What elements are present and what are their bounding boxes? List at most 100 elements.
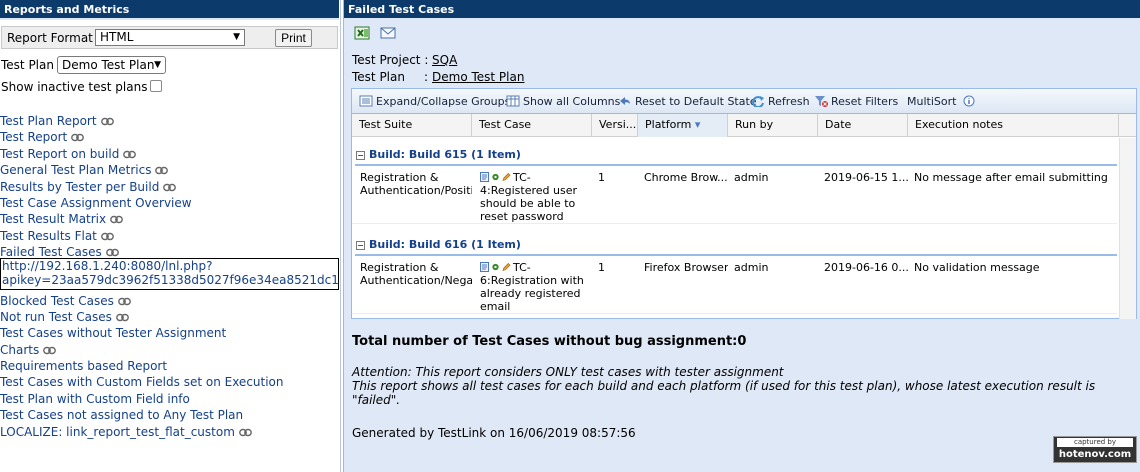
report-link-label[interactable]: Results by Tester per Build xyxy=(0,180,159,194)
report-link-item[interactable]: Test Cases with Custom Fields set on Exe… xyxy=(0,374,341,390)
excel-export-icon[interactable] xyxy=(354,26,370,40)
link-chain-icon[interactable] xyxy=(155,166,169,175)
test-case-id[interactable]: TC- xyxy=(513,261,531,274)
table-row[interactable]: Registration & Authentication/Negative TC… xyxy=(352,256,1117,314)
refresh-icon xyxy=(752,96,764,107)
run-by-cell: admin xyxy=(734,261,769,274)
report-link-label[interactable]: Test Cases with Custom Fields set on Exe… xyxy=(0,375,284,389)
report-link-item[interactable]: Test Results Flat xyxy=(0,228,341,244)
test-project-row: Test Project : SQA xyxy=(352,53,457,67)
pencil-icon[interactable] xyxy=(502,262,511,272)
version-cell: 1 xyxy=(598,171,605,184)
link-chain-icon[interactable] xyxy=(43,346,57,355)
test-case-title[interactable]: 6:Registration with already registered e… xyxy=(480,274,584,313)
link-chain-icon[interactable] xyxy=(239,428,252,437)
link-chain-icon[interactable] xyxy=(105,248,119,257)
test-case-id[interactable]: TC- xyxy=(513,171,531,184)
column-header[interactable]: Run by xyxy=(728,114,818,137)
report-link-label[interactable]: Blocked Test Cases xyxy=(0,294,114,308)
print-button[interactable]: Print xyxy=(275,29,312,47)
refresh-button[interactable]: Refresh xyxy=(751,95,810,108)
test-case-title[interactable]: 4:Registered user should be able to rese… xyxy=(480,184,577,223)
link-chain-icon[interactable] xyxy=(100,117,114,126)
multisort-button[interactable]: MultiSort xyxy=(907,95,979,108)
report-link-label[interactable]: Test Report on build xyxy=(0,147,119,161)
info-icon xyxy=(963,95,975,107)
report-link-item[interactable]: Test Plan Report xyxy=(0,113,341,129)
report-link-item[interactable]: Test Report on build xyxy=(0,146,341,162)
report-link-item[interactable]: Not run Test Cases xyxy=(0,309,341,325)
report-link-label[interactable]: Requirements based Report xyxy=(0,359,167,373)
link-chain-icon[interactable] xyxy=(118,297,131,306)
gear-icon[interactable] xyxy=(491,172,500,182)
column-header[interactable]: Platform ▾ xyxy=(638,114,728,137)
column-header[interactable]: Versi... xyxy=(592,114,638,137)
edit-page-icon[interactable] xyxy=(480,262,489,272)
show-all-columns-button[interactable]: Show all Columns xyxy=(506,95,620,108)
link-chain-icon[interactable] xyxy=(123,150,137,159)
column-header[interactable]: Test Suite xyxy=(352,114,472,137)
report-link-item[interactable]: LOCALIZE: link_report_test_flat_custom xyxy=(0,424,341,440)
test-plan-select[interactable]: Demo Test Plan ▼ xyxy=(57,56,166,74)
report-link-item[interactable]: Blocked Test Cases xyxy=(0,293,341,309)
test-project-value[interactable]: SQA xyxy=(432,53,457,67)
pencil-icon[interactable] xyxy=(502,172,511,182)
report-link-item[interactable]: Test Case Assignment Overview xyxy=(0,195,341,211)
report-link-item[interactable]: Charts xyxy=(0,342,341,358)
reset-filters-button[interactable]: Reset Filters xyxy=(814,95,898,108)
test-suite-cell: Registration & Authentication/Negative xyxy=(360,261,472,287)
report-link-item[interactable]: General Test Plan Metrics xyxy=(0,162,341,178)
build-group-header[interactable]: − Build: Build 615 (1 Item) xyxy=(355,146,1117,166)
link-chain-icon[interactable] xyxy=(115,313,129,322)
gear-icon[interactable] xyxy=(491,262,500,272)
grid-vertical-scrollbar[interactable] xyxy=(1119,138,1136,319)
report-link-label[interactable]: General Test Plan Metrics xyxy=(0,163,151,177)
report-link-label[interactable]: Test Case Assignment Overview xyxy=(0,196,192,210)
build-group-header[interactable]: − Build: Build 616 (1 Item) xyxy=(355,236,1117,256)
report-link-item[interactable]: Requirements based Report xyxy=(0,358,341,374)
report-link-item[interactable]: Test Plan with Custom Field info xyxy=(0,391,341,407)
report-link-label[interactable]: Test Result Matrix xyxy=(0,212,106,226)
collapse-toggle-icon[interactable]: − xyxy=(356,241,365,250)
show-all-columns-label: Show all Columns xyxy=(523,95,621,108)
undo-arrow-icon xyxy=(620,97,630,105)
link-chain-icon[interactable] xyxy=(110,215,124,224)
show-inactive-checkbox[interactable] xyxy=(150,80,162,92)
report-link-item[interactable]: Test Report xyxy=(0,129,341,145)
column-header[interactable]: Test Case xyxy=(472,114,592,137)
report-url-box[interactable]: http://192.168.1.240:8080/lnl.php? apike… xyxy=(0,258,339,290)
report-link-label[interactable]: LOCALIZE: link_report_test_flat_custom xyxy=(0,425,235,439)
test-suite-cell: Registration & Authentication/Positive xyxy=(360,171,472,197)
report-link-item[interactable]: Test Result Matrix xyxy=(0,211,341,227)
table-row[interactable]: Registration & Authentication/Positive TC… xyxy=(352,166,1117,224)
report-link-item[interactable]: Results by Tester per Build xyxy=(0,179,341,195)
edit-page-icon[interactable] xyxy=(480,172,489,182)
report-link-label[interactable]: Test Plan Report xyxy=(0,114,97,128)
reset-default-label: Reset to Default State xyxy=(635,95,757,108)
expand-collapse-button[interactable]: Expand/Collapse Groups xyxy=(359,95,510,108)
report-link-label[interactable]: Test Cases without Tester Assignment xyxy=(0,326,226,340)
collapse-toggle-icon[interactable]: − xyxy=(356,151,365,160)
report-format-select[interactable]: HTML ▼ xyxy=(95,29,245,46)
report-link-label[interactable]: Test Results Flat xyxy=(0,229,97,243)
column-header[interactable]: Date xyxy=(818,114,908,137)
report-link-item[interactable]: Test Cases without Tester Assignment xyxy=(0,325,341,341)
column-header-label: Date xyxy=(825,118,852,131)
reset-default-button[interactable]: Reset to Default State xyxy=(618,95,757,108)
link-chain-icon[interactable] xyxy=(163,183,177,192)
email-icon[interactable] xyxy=(380,26,396,40)
attention-note: Attention: This report considers ONLY te… xyxy=(352,365,1112,407)
report-link-label[interactable]: Test Report xyxy=(0,130,67,144)
test-plan-header-value[interactable]: Demo Test Plan xyxy=(432,70,524,84)
report-link-label[interactable]: Test Cases not assigned to Any Test Plan xyxy=(0,408,243,422)
link-chain-icon[interactable] xyxy=(71,133,85,142)
report-link-label[interactable]: Test Plan with Custom Field info xyxy=(0,392,190,406)
column-header[interactable]: Execution notes xyxy=(908,114,1119,137)
report-link-label[interactable]: Charts xyxy=(0,343,39,357)
report-link-item[interactable]: Test Cases not assigned to Any Test Plan xyxy=(0,407,341,423)
link-chain-icon[interactable] xyxy=(100,232,114,241)
execution-notes-cell: No message after email submitting xyxy=(914,171,1108,184)
columns-icon xyxy=(506,95,520,107)
report-link-label[interactable]: Not run Test Cases xyxy=(0,310,112,324)
watermark-logo: captured by hotenov.com xyxy=(1053,436,1137,463)
